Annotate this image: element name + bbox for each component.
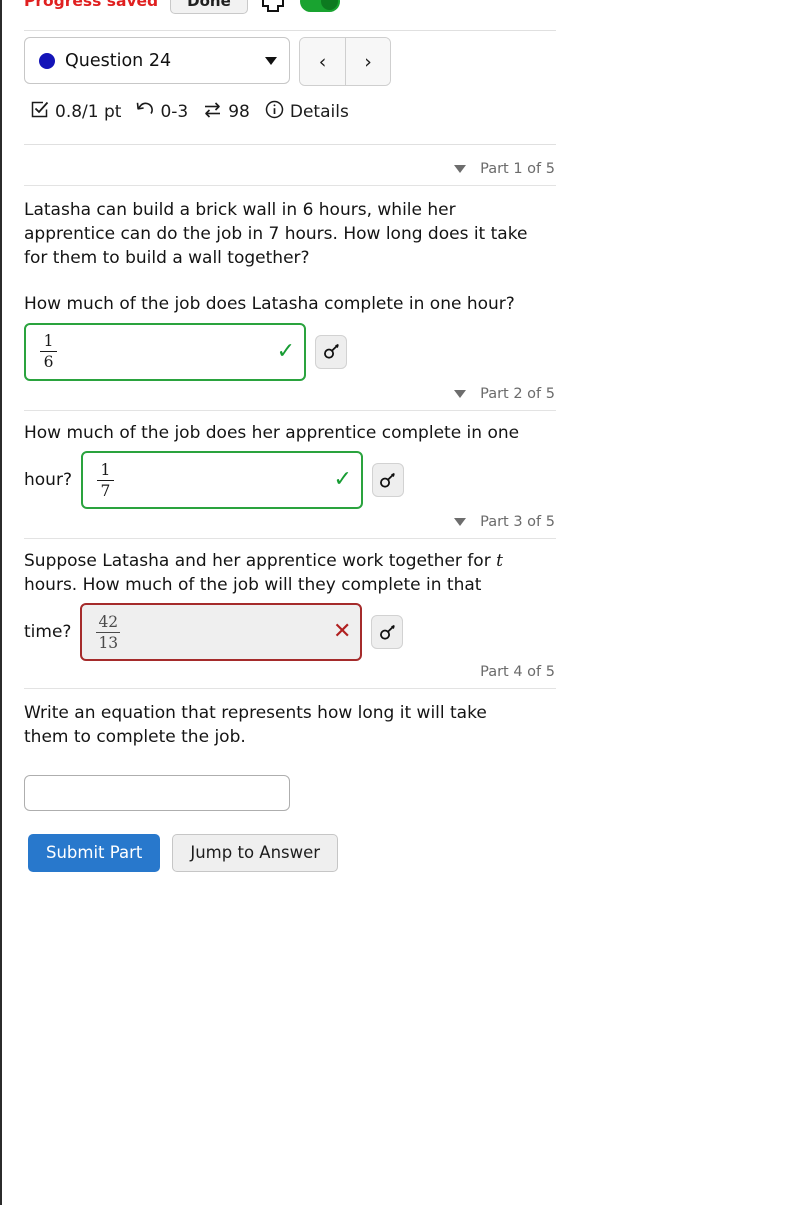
part-2-collapse-caret-icon[interactable] (454, 390, 467, 398)
part-2-section: Part 2 of 5 How much of the job does her… (24, 383, 556, 510)
stats-divider (24, 144, 556, 145)
part-4-prompt-line-2: them to complete the job. (24, 727, 246, 748)
part-3-rule (24, 538, 556, 539)
fraction-bar (40, 351, 57, 352)
part-4-header: Part 4 of 5 (24, 661, 556, 683)
part-1-answer-input[interactable]: 1 6 ✓ (24, 322, 306, 381)
part-3-prompt-line-2: hours. How much of the job will they com… (24, 575, 482, 596)
part-4-label: Part 4 of 5 (480, 664, 555, 680)
part-1-denominator: 6 (43, 353, 54, 371)
chevron-down-icon (265, 56, 277, 65)
part-1-numerator: 1 (43, 331, 54, 350)
part-2-correct-check-icon: ✓ (333, 467, 352, 493)
part-1-key-icon-button[interactable] (315, 334, 347, 369)
part-1-collapse-caret-icon[interactable] (454, 165, 467, 173)
part-3-prompt-line-1: Suppose Latasha and her apprentice work … (24, 549, 556, 573)
question-status-dot (39, 52, 55, 69)
question-stats-row: 0.8/1 pt 0-3 98 Details (31, 100, 349, 124)
part-3-collapse-caret-icon[interactable] (454, 518, 467, 526)
part-1-label: Part 1 of 5 (480, 161, 555, 177)
part-1-prompt-line-2: apprentice can do the job in 7 hours. Ho… (24, 224, 528, 245)
details-link[interactable]: Details (290, 103, 349, 121)
part-2-inline-label: hour? (24, 470, 72, 491)
part-3-key-icon-button[interactable] (371, 615, 404, 650)
next-question-button[interactable]: › (345, 38, 390, 85)
submit-part-button[interactable]: Submit Part (28, 834, 161, 872)
part-1-sub-prompt: How much of the job does Latasha complet… (24, 294, 515, 315)
info-circle-icon (265, 100, 284, 124)
checkbox-checked-icon (31, 101, 49, 124)
swap-stat: 98 (203, 101, 250, 124)
points-stat: 0.8/1 pt (31, 101, 121, 124)
progress-saved-status: Progress saved (24, 0, 159, 10)
part-3-answer-row: time? 42 13 ✕ (24, 603, 556, 662)
part-1-correct-check-icon: ✓ (276, 338, 295, 364)
toggle-switch-track[interactable] (299, 0, 340, 12)
part-1-section: Part 1 of 5 Latasha can build a brick wa… (24, 158, 556, 381)
part-3-numerator: 42 (98, 612, 119, 631)
part-3-label: Part 3 of 5 (480, 514, 555, 530)
part-3-denominator: 13 (98, 633, 119, 652)
undo-arrow-icon (136, 101, 154, 124)
part-2-rule (24, 410, 556, 411)
part-4-section: Part 4 of 5 Write an equation that repre… (24, 661, 556, 812)
visibility-toggle[interactable] (298, 0, 340, 12)
done-button[interactable]: Done (170, 0, 248, 15)
part-3-answer-fraction: 42 13 (96, 612, 121, 652)
part-4-answer-row (24, 775, 556, 812)
viewport-left-edge-rule (0, 0, 2, 1205)
part-2-answer-row: hour? 1 7 ✓ (24, 451, 556, 510)
jump-to-answer-button[interactable]: Jump to Answer (172, 834, 339, 872)
part-3-math-variable: t (496, 551, 503, 571)
details-stat[interactable]: Details (265, 100, 349, 124)
part-3-answer-input[interactable]: 42 13 ✕ (80, 603, 363, 662)
question-select-label: Question 24 (65, 50, 172, 71)
part-1-prompt: Latasha can build a brick wall in 6 hour… (24, 198, 556, 270)
part-2-label: Part 2 of 5 (480, 386, 555, 402)
part-3-prompt: Suppose Latasha and her apprentice work … (24, 549, 556, 597)
part-1-header: Part 1 of 5 (24, 158, 556, 180)
part-2-sub-prompt: How much of the job does her apprentice … (24, 423, 520, 443)
part-3-section: Part 3 of 5 Suppose Latasha and her appr… (24, 511, 556, 662)
part-3-header: Part 3 of 5 (24, 511, 556, 533)
part-2-header: Part 2 of 5 (24, 383, 556, 405)
part-1-prompt-line-1: Latasha can build a brick wall in 6 hour… (24, 200, 456, 220)
part-1-prompt-line-3: for them to build a wall together? (24, 248, 310, 269)
attempts-stat: 0-3 (136, 101, 188, 124)
attempts-value: 0-3 (160, 101, 189, 122)
question-select-dropdown[interactable]: Question 24 (24, 37, 290, 84)
topbar-divider (24, 30, 556, 31)
top-status-bar: Progress saved Done (0, 0, 580, 16)
swap-count-value: 98 (228, 101, 250, 122)
part-4-prompt: Write an equation that represents how lo… (24, 701, 556, 749)
printer-icon[interactable] (260, 0, 286, 13)
fraction-bar (96, 631, 121, 633)
part-2-answer-input[interactable]: 1 7 ✓ (80, 451, 363, 510)
part-2-answer-fraction: 1 7 (96, 460, 114, 500)
action-button-row: Submit Part Jump to Answer (28, 834, 339, 872)
points-value: 0.8/1 pt (55, 101, 122, 122)
part-3-incorrect-x-icon: ✕ (333, 619, 352, 645)
part-3-inline-label: time? (24, 622, 72, 643)
part-2-denominator: 7 (100, 481, 111, 500)
part-1-answer-fraction: 1 6 (40, 333, 57, 370)
part-4-answer-input[interactable] (24, 775, 290, 812)
swap-arrows-icon (203, 101, 222, 124)
previous-question-button[interactable]: ‹ (300, 38, 345, 85)
part-1-rule (24, 185, 556, 186)
part-4-rule (24, 688, 556, 689)
part-1-answer-row: 1 6 ✓ (24, 322, 556, 381)
part-2-numerator: 1 (100, 460, 111, 479)
question-nav-group: ‹ › (299, 37, 391, 86)
part-4-prompt-line-1: Write an equation that represents how lo… (24, 703, 487, 723)
part-3-prompt-text-1: Suppose Latasha and her apprentice work … (24, 551, 503, 571)
question-navigation-row: Question 24 ‹ › (24, 37, 391, 86)
part-2-key-icon-button[interactable] (371, 463, 404, 498)
fraction-bar (96, 479, 114, 481)
